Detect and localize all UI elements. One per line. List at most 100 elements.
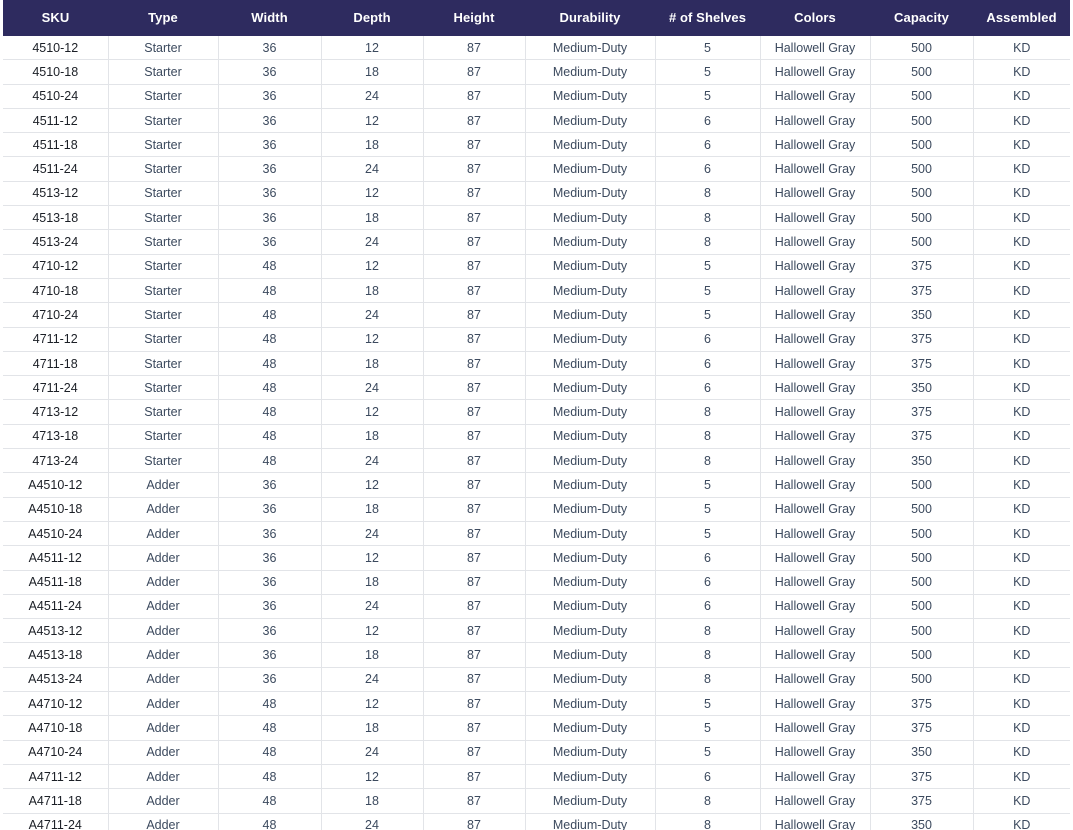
- table-row: A4513-24 Adder 36 24 87 Medium-Duty 8 Hallowell…: [3, 667, 1070, 693]
- table-row: A4710-18 Adder 48 18 87 Medium-Duty 5 Hallowell…: [3, 715, 1070, 741]
- table-row: A4511-12 Adder 36 12 87 Medium-Duty 6 Hallowell…: [3, 545, 1070, 571]
- column-header-durability[interactable]: Durability: [525, 0, 655, 36]
- cell-type: Adder: [108, 788, 219, 814]
- cell-sku: A4710-18: [3, 715, 109, 741]
- cell-capacity: 500: [870, 132, 974, 158]
- cell-colors: Hallowell Gray: [760, 691, 871, 717]
- table-row: A4510-24 Adder 36 24 87 Medium-Duty 5 Hallowell…: [3, 521, 1070, 547]
- column-header-width[interactable]: Width: [218, 0, 321, 36]
- cell-height: 87: [423, 229, 526, 255]
- cell-shelves: 8: [655, 788, 761, 814]
- table-row: 4711-24 Starter 48 24 87 Medium-Duty 6 Hallowel…: [3, 375, 1070, 401]
- cell-durability: Medium-Duty: [525, 618, 656, 644]
- product-specification-table: SKU Type Width Depth Height Durability # of Sh…: [3, 0, 1070, 830]
- cell-capacity: 375: [870, 424, 974, 450]
- cell-shelves: 6: [655, 132, 761, 158]
- cell-depth: 12: [321, 618, 424, 644]
- column-header-depth[interactable]: Depth: [321, 0, 423, 36]
- cell-capacity: 500: [870, 156, 974, 182]
- cell-height: 87: [423, 108, 526, 134]
- cell-colors: Hallowell Gray: [760, 351, 871, 377]
- cell-colors: Hallowell Gray: [760, 618, 871, 644]
- table-row: 4511-12 Starter 36 12 87 Medium-Duty 6 Hallowel…: [3, 108, 1070, 134]
- cell-colors: Hallowell Gray: [760, 205, 871, 231]
- cell-type: Starter: [108, 302, 219, 328]
- cell-colors: Hallowell Gray: [760, 254, 871, 279]
- column-header-type[interactable]: Type: [108, 0, 218, 36]
- cell-durability: Medium-Duty: [525, 254, 656, 279]
- cell-colors: Hallowell Gray: [760, 424, 871, 450]
- cell-height: 87: [423, 497, 526, 522]
- cell-colors: Hallowell Gray: [760, 788, 871, 814]
- cell-depth: 24: [321, 667, 424, 693]
- column-header-assembled[interactable]: Assembled: [973, 0, 1070, 36]
- cell-width: 48: [218, 788, 322, 814]
- cell-durability: Medium-Duty: [525, 59, 656, 85]
- cell-depth: 24: [321, 229, 424, 255]
- cell-shelves: 6: [655, 545, 761, 571]
- cell-shelves: 5: [655, 59, 761, 85]
- cell-shelves: 6: [655, 764, 761, 790]
- cell-durability: Medium-Duty: [525, 497, 656, 522]
- cell-capacity: 500: [870, 472, 974, 498]
- cell-durability: Medium-Duty: [525, 132, 656, 158]
- cell-shelves: 8: [655, 813, 761, 830]
- column-header-colors[interactable]: Colors: [760, 0, 870, 36]
- cell-colors: Hallowell Gray: [760, 84, 871, 109]
- cell-capacity: 375: [870, 715, 974, 741]
- cell-assembled: KD: [973, 813, 1070, 830]
- cell-shelves: 5: [655, 254, 761, 279]
- cell-type: Starter: [108, 375, 219, 401]
- cell-type: Starter: [108, 254, 219, 279]
- cell-capacity: 375: [870, 254, 974, 279]
- cell-type: Adder: [108, 618, 219, 644]
- cell-sku: 4511-24: [3, 156, 109, 182]
- column-header-height[interactable]: Height: [423, 0, 525, 36]
- cell-capacity: 375: [870, 399, 974, 425]
- cell-depth: 18: [321, 132, 424, 158]
- column-header-capacity[interactable]: Capacity: [870, 0, 973, 36]
- cell-height: 87: [423, 399, 526, 425]
- table-row: A4710-12 Adder 48 12 87 Medium-Duty 5 Hallowell…: [3, 691, 1070, 717]
- cell-durability: Medium-Duty: [525, 691, 656, 717]
- cell-colors: Hallowell Gray: [760, 156, 871, 182]
- cell-durability: Medium-Duty: [525, 278, 656, 304]
- cell-capacity: 375: [870, 351, 974, 377]
- cell-capacity: 500: [870, 521, 974, 547]
- table-row: 4510-24 Starter 36 24 87 Medium-Duty 5 Hallowel…: [3, 84, 1070, 109]
- cell-depth: 24: [321, 84, 424, 109]
- cell-shelves: 8: [655, 229, 761, 255]
- cell-colors: Hallowell Gray: [760, 448, 871, 474]
- table-row: 4513-18 Starter 36 18 87 Medium-Duty 8 Hallowel…: [3, 205, 1070, 231]
- cell-durability: Medium-Duty: [525, 108, 656, 134]
- cell-type: Adder: [108, 570, 219, 595]
- cell-durability: Medium-Duty: [525, 399, 656, 425]
- column-header-sku[interactable]: SKU: [3, 0, 108, 36]
- cell-height: 87: [423, 618, 526, 644]
- cell-type: Starter: [108, 156, 219, 182]
- cell-type: Adder: [108, 594, 219, 620]
- cell-depth: 24: [321, 375, 424, 401]
- cell-sku: 4513-18: [3, 205, 109, 231]
- cell-depth: 18: [321, 788, 424, 814]
- column-header-shelves[interactable]: # of Shelves: [655, 0, 760, 36]
- cell-type: Starter: [108, 327, 219, 352]
- cell-depth: 24: [321, 521, 424, 547]
- cell-width: 48: [218, 691, 322, 717]
- cell-shelves: 6: [655, 108, 761, 134]
- cell-width: 48: [218, 448, 322, 474]
- cell-width: 36: [218, 108, 322, 134]
- cell-type: Starter: [108, 36, 219, 61]
- specification-table-container: SKU Type Width Depth Height Durability # of Sh…: [0, 0, 1073, 830]
- cell-colors: Hallowell Gray: [760, 813, 871, 830]
- cell-width: 36: [218, 497, 322, 522]
- cell-depth: 18: [321, 278, 424, 304]
- cell-shelves: 6: [655, 351, 761, 377]
- cell-assembled: KD: [973, 108, 1070, 134]
- cell-durability: Medium-Duty: [525, 740, 656, 765]
- cell-width: 36: [218, 667, 322, 693]
- cell-shelves: 6: [655, 594, 761, 620]
- cell-height: 87: [423, 375, 526, 401]
- table-row: A4513-18 Adder 36 18 87 Medium-Duty 8 Hallowell…: [3, 642, 1070, 668]
- cell-type: Starter: [108, 205, 219, 231]
